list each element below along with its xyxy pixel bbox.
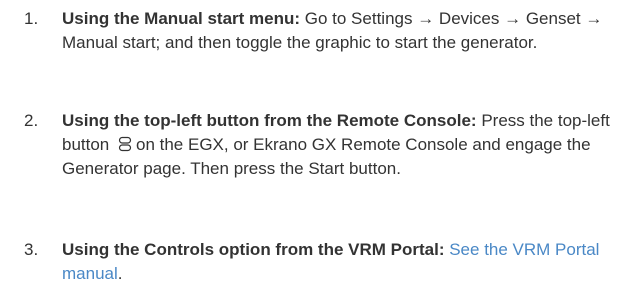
step-body: Using the Manual start menu: Go to Setti… <box>62 7 622 55</box>
step-text-after: on the EGX, or Ekrano GX Remote Console … <box>62 135 591 178</box>
step-body: Using the top-left button from the Remot… <box>62 109 622 181</box>
step-body: Using the Controls option from the VRM P… <box>62 238 622 286</box>
step-text-after: . <box>117 264 123 283</box>
menu-button-icon <box>118 135 132 152</box>
step-title: Using the top-left button from the Remot… <box>62 111 482 130</box>
step-number: 3. <box>24 240 39 259</box>
step-title: Using the Controls option from the VRM P… <box>62 240 450 259</box>
instruction-list: 1. Using the Manual start menu: Go to Se… <box>0 0 635 291</box>
step-number: 1. <box>24 9 39 28</box>
step-title: Using the Manual start menu: <box>62 9 305 28</box>
step-number: 2. <box>24 111 39 130</box>
